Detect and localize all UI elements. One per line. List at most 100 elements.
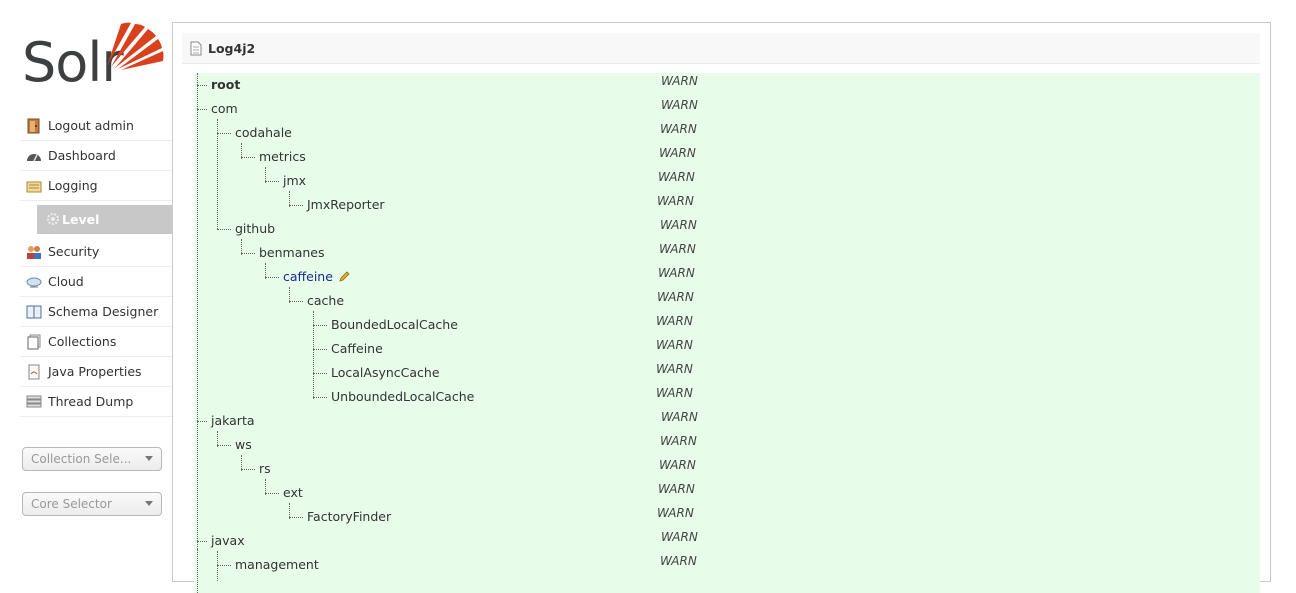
logger-level: WARN [656, 362, 693, 376]
logger-name[interactable]: BoundedLocalCache [331, 317, 458, 332]
logging-icon [26, 178, 42, 194]
logger-name[interactable]: caffeine [283, 269, 350, 285]
logger-name[interactable]: benmanes [259, 245, 325, 260]
tree-connector [217, 565, 231, 566]
tree-connector [197, 85, 207, 86]
tree-row: JmxReporter WARN [194, 193, 1260, 217]
sidebar-item-level[interactable]: Level [37, 204, 172, 234]
sidebar-item-dashboard[interactable]: Dashboard [20, 141, 172, 171]
door-icon [26, 118, 42, 134]
collection-selector-label: Collection Sele... [31, 452, 132, 466]
logger-name[interactable]: cache [307, 293, 344, 308]
tree-row: Caffeine WARN [194, 337, 1260, 361]
panel-title: Log4j2 [208, 40, 256, 56]
logger-level: WARN [658, 482, 695, 496]
sidebar-item-thread-dump[interactable]: Thread Dump [20, 387, 172, 417]
tree-row: BoundedLocalCache WARN [194, 313, 1260, 337]
logger-level: WARN [661, 74, 698, 88]
tree-row: LocalAsyncCache WARN [194, 361, 1260, 385]
logger-level: WARN [657, 194, 694, 208]
logger-name[interactable]: metrics [259, 149, 306, 164]
collection-selector[interactable]: Collection Sele... [22, 447, 162, 471]
tree-connector [265, 181, 279, 182]
tree-connector [241, 157, 255, 158]
sidebar-item-label: Security [48, 244, 100, 259]
tree-connector [265, 493, 279, 494]
pencil-icon[interactable] [339, 270, 350, 285]
tree-connector [313, 349, 327, 350]
logger-level: WARN [660, 122, 697, 136]
tree-row: benmanes WARN [194, 241, 1260, 265]
tree-connector [289, 517, 303, 518]
document-icon [190, 41, 202, 56]
tree-row: management WARN [194, 553, 1260, 577]
tree-row: github WARN [194, 217, 1260, 241]
logger-name[interactable]: root [211, 77, 240, 92]
sidebar-item-label: Cloud [48, 274, 84, 289]
tree-connector [197, 541, 207, 542]
chevron-down-icon [145, 456, 153, 461]
logger-name[interactable]: rs [259, 461, 271, 476]
logger-name[interactable]: jmx [283, 173, 306, 188]
sidebar-item-label: Logout admin [48, 118, 134, 133]
book-icon [26, 304, 42, 320]
logger-level: WARN [656, 386, 693, 400]
logger-name[interactable]: UnboundedLocalCache [331, 389, 474, 404]
logger-name[interactable]: ws [235, 437, 252, 452]
sidebar-item-security[interactable]: Security [20, 237, 172, 267]
logger-name[interactable]: github [235, 221, 275, 236]
users-icon [26, 244, 42, 260]
sidebar-subitem-container: Level [20, 201, 172, 237]
logger-name[interactable]: FactoryFinder [307, 509, 391, 524]
sidebar-item-logout[interactable]: Logout admin [20, 111, 172, 141]
sidebar-item-label: Dashboard [48, 148, 116, 163]
sun-icon [107, 22, 164, 70]
sidebar-item-label: Java Properties [48, 364, 142, 379]
tree-connector [197, 109, 207, 110]
sidebar-item-label: Level [62, 211, 100, 227]
sidebar-item-logging[interactable]: Logging [20, 171, 172, 201]
logger-level: WARN [657, 506, 694, 520]
tree-row: root WARN [194, 73, 1260, 97]
tree-connector [289, 205, 303, 206]
dashboard-icon [26, 148, 42, 164]
tree-row: UnboundedLocalCache WARN [194, 385, 1260, 409]
solr-logo[interactable]: Solr [20, 20, 164, 90]
logger-level: WARN [660, 434, 697, 448]
tree-row: cache WARN [194, 289, 1260, 313]
logger-level: WARN [659, 458, 696, 472]
logger-name[interactable]: codahale [235, 125, 292, 140]
logger-level: WARN [656, 338, 693, 352]
core-selector[interactable]: Core Selector [22, 492, 162, 516]
tree-connector [265, 277, 279, 278]
sidebar-item-schema-designer[interactable]: Schema Designer [20, 297, 172, 327]
logger-name[interactable]: ext [283, 485, 303, 500]
logger-name[interactable]: jakarta [211, 413, 255, 428]
logger-name-text: caffeine [283, 269, 333, 284]
tree-row: ws WARN [194, 433, 1260, 457]
logger-level: WARN [656, 314, 693, 328]
logger-level: WARN [657, 290, 694, 304]
tree-connector [217, 445, 231, 446]
sidebar-item-cloud[interactable]: Cloud [20, 267, 172, 297]
logger-name[interactable]: Caffeine [331, 341, 383, 356]
logger-level: WARN [660, 554, 697, 568]
collections-icon [26, 334, 42, 350]
sidebar-item-java-properties[interactable]: Java Properties [20, 357, 172, 387]
tree-row: rs WARN [194, 457, 1260, 481]
tree-row: metrics WARN [194, 145, 1260, 169]
gear-icon [46, 212, 60, 226]
logger-name[interactable]: management [235, 557, 319, 572]
logger-level: WARN [661, 410, 698, 424]
logger-name[interactable]: JmxReporter [307, 197, 385, 212]
logger-name[interactable]: LocalAsyncCache [331, 365, 440, 380]
logger-name[interactable]: javax [211, 533, 245, 548]
logger-level: WARN [658, 266, 695, 280]
tree-row: caffeine WARN [194, 265, 1260, 289]
sidebar-item-collections[interactable]: Collections [20, 327, 172, 357]
main-content: Log4j2 root WARN com WARN codahale WARN … [172, 22, 1271, 593]
logger-level: WARN [661, 98, 698, 112]
sidebar-nav: Logout admin Dashboard Logging Level Sec… [20, 111, 172, 417]
logger-name[interactable]: com [211, 101, 238, 116]
logger-level: WARN [658, 170, 695, 184]
